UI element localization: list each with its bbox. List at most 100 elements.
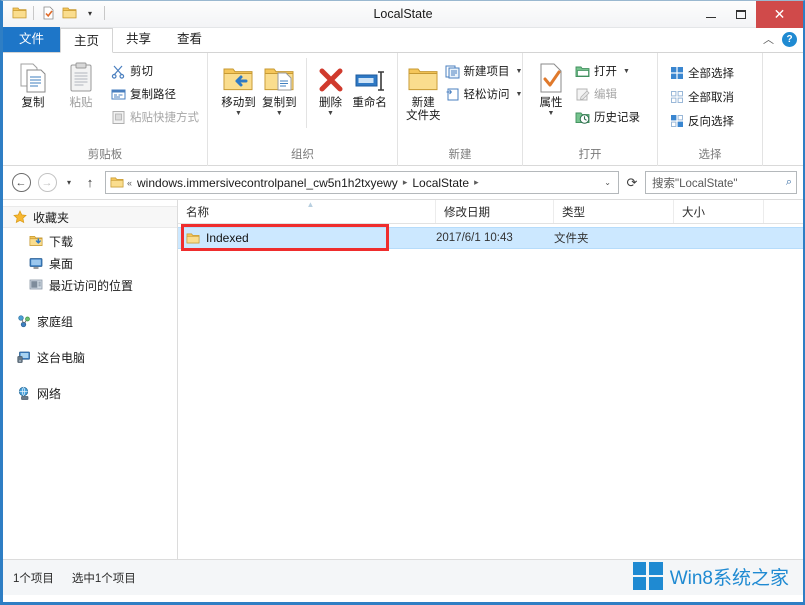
- delete-label: 删除: [319, 97, 342, 110]
- sidebar-item-this-pc[interactable]: 这台电脑: [3, 346, 177, 368]
- forward-icon: →: [38, 173, 57, 192]
- sidebar-item-favorites[interactable]: 收藏夹: [3, 206, 177, 228]
- properties-icon: [537, 60, 565, 94]
- sidebar-item-homegroup[interactable]: 家庭组: [3, 310, 177, 332]
- open-label: 打开: [594, 63, 617, 79]
- back-button[interactable]: ←: [9, 171, 33, 195]
- select-none-button[interactable]: 全部取消: [668, 87, 736, 107]
- move-to-button[interactable]: 移动到 ▼: [218, 58, 259, 117]
- search-input[interactable]: 搜索"LocalState" ⌕: [645, 171, 797, 194]
- paste-button[interactable]: 粘贴: [57, 58, 105, 110]
- edit-button[interactable]: 编辑: [573, 84, 642, 104]
- sidebar-item-this-pc-label: 这台电脑: [37, 349, 85, 366]
- main-area: 收藏夹 下载 桌面 最近访问的位置 家庭组 这台电脑: [3, 199, 803, 559]
- select-none-icon: [670, 90, 684, 104]
- collapse-ribbon-chevron-up-icon[interactable]: ︿: [763, 31, 774, 47]
- file-list-pane: ▲ 名称 修改日期 类型 大小 Indexed 20: [178, 200, 803, 559]
- rename-button[interactable]: 重命名: [348, 58, 391, 110]
- history-button[interactable]: 历史记录: [573, 107, 642, 127]
- maximize-button[interactable]: [726, 1, 756, 28]
- new-item-label: 新建项目: [464, 63, 510, 79]
- watermark-text: Win8系统之家: [670, 563, 789, 590]
- breadcrumb-item-localstate[interactable]: LocalState: [410, 176, 471, 190]
- sidebar-gap-2: [3, 332, 177, 346]
- column-header-type[interactable]: 类型: [554, 200, 674, 223]
- sidebar-item-downloads[interactable]: 下载: [3, 230, 177, 252]
- select-all-label: 全部选择: [688, 65, 734, 81]
- tab-file[interactable]: 文件: [3, 27, 60, 52]
- column-header-type-label: 类型: [562, 204, 585, 220]
- history-icon: [575, 110, 590, 125]
- network-icon: [17, 386, 31, 400]
- breadcrumb-item-package[interactable]: windows.immersivecontrolpanel_cw5n1h2txy…: [135, 176, 400, 190]
- sidebar-item-desktop[interactable]: 桌面: [3, 252, 177, 274]
- tab-share[interactable]: 共享: [113, 27, 164, 52]
- tab-view[interactable]: 查看: [164, 27, 215, 52]
- close-button[interactable]: ✕: [756, 1, 803, 28]
- sidebar-item-recent-places-label: 最近访问的位置: [49, 277, 133, 294]
- breadcrumb-overflow-icon[interactable]: «: [126, 178, 133, 188]
- file-date-cell: 2017/6/1 10:43: [436, 232, 554, 244]
- properties-button[interactable]: 属性 ▼: [531, 58, 571, 117]
- copy-to-button[interactable]: 复制到 ▼: [259, 58, 300, 117]
- paste-shortcut-label: 粘贴快捷方式: [130, 109, 199, 125]
- minimize-button[interactable]: [696, 1, 726, 28]
- ribbon-group-clipboard-label: 剪贴板: [3, 148, 207, 166]
- new-item-caret-icon[interactable]: ▼: [516, 68, 523, 75]
- up-button[interactable]: ↑: [79, 175, 101, 190]
- copy-path-button[interactable]: 复制路径: [109, 84, 201, 104]
- properties-caret-icon[interactable]: ▼: [548, 111, 555, 117]
- column-header-date[interactable]: 修改日期: [436, 200, 554, 223]
- copy-icon: [18, 60, 48, 94]
- table-row[interactable]: Indexed 2017/6/1 10:43 文件夹: [178, 227, 803, 249]
- sidebar-item-homegroup-label: 家庭组: [37, 313, 73, 330]
- copy-to-icon: [263, 60, 295, 94]
- properties-label: 属性: [540, 97, 563, 110]
- select-all-button[interactable]: 全部选择: [668, 63, 736, 83]
- copy-to-caret-icon[interactable]: ▼: [276, 111, 283, 117]
- ribbon-group-clipboard: 复制 粘贴 剪切: [3, 53, 208, 166]
- forward-button[interactable]: →: [35, 171, 59, 195]
- open-button[interactable]: 打开 ▼: [573, 61, 642, 81]
- open-caret-icon[interactable]: ▼: [623, 68, 630, 75]
- sidebar-item-downloads-label: 下载: [49, 233, 73, 250]
- invert-selection-button[interactable]: 反向选择: [668, 111, 736, 131]
- move-to-caret-icon[interactable]: ▼: [235, 111, 242, 117]
- ribbon-group-open: 属性 ▼ 打开 ▼ 编辑 历史记录: [523, 53, 658, 166]
- window-title: LocalState: [3, 1, 803, 28]
- sidebar-item-network[interactable]: 网络: [3, 382, 177, 404]
- delete-button[interactable]: 删除 ▼: [313, 58, 349, 117]
- tab-home[interactable]: 主页: [60, 28, 113, 53]
- help-icon[interactable]: ?: [782, 32, 797, 47]
- column-header-date-label: 修改日期: [444, 204, 490, 220]
- breadcrumb[interactable]: « windows.immersivecontrolpanel_cw5n1h2t…: [105, 171, 619, 194]
- copy-path-label: 复制路径: [130, 86, 176, 102]
- new-item-button[interactable]: 新建项目 ▼: [443, 61, 525, 81]
- easy-access-button[interactable]: 轻松访问 ▼: [443, 84, 525, 104]
- this-pc-icon: [17, 350, 31, 364]
- refresh-button[interactable]: ⟳: [621, 171, 643, 194]
- scissors-icon: [111, 64, 126, 79]
- sidebar-gap-1: [3, 296, 177, 310]
- recent-locations-chevron-down-icon[interactable]: ▾: [61, 178, 77, 187]
- copy-path-icon: [111, 87, 126, 102]
- column-header-size[interactable]: 大小: [674, 200, 764, 223]
- breadcrumb-chevron-2-icon[interactable]: ▸: [473, 177, 480, 188]
- breadcrumb-chevron-1-icon[interactable]: ▸: [402, 177, 409, 188]
- ribbon-group-new: 新建 文件夹 新建项目 ▼ 轻松访问 ▼ 新建: [398, 53, 523, 166]
- paste-shortcut-button[interactable]: 粘贴快捷方式: [109, 107, 201, 127]
- new-folder-label: 新建 文件夹: [406, 97, 441, 123]
- new-folder-button[interactable]: 新建 文件夹: [406, 58, 441, 123]
- breadcrumb-dropdown-icon[interactable]: ⌄: [599, 178, 616, 187]
- delete-caret-icon[interactable]: ▼: [327, 111, 334, 117]
- easy-access-caret-icon[interactable]: ▼: [516, 91, 523, 98]
- paste-shortcut-icon: [111, 110, 126, 125]
- column-header-name[interactable]: ▲ 名称: [178, 200, 436, 223]
- sidebar-item-recent-places[interactable]: 最近访问的位置: [3, 274, 177, 296]
- navigation-pane: 收藏夹 下载 桌面 最近访问的位置 家庭组 这台电脑: [3, 200, 178, 559]
- recent-places-icon: [29, 278, 43, 292]
- sort-ascending-icon: ▲: [307, 200, 315, 209]
- column-header-name-label: 名称: [186, 204, 209, 220]
- copy-button[interactable]: 复制: [9, 58, 57, 110]
- cut-button[interactable]: 剪切: [109, 61, 201, 81]
